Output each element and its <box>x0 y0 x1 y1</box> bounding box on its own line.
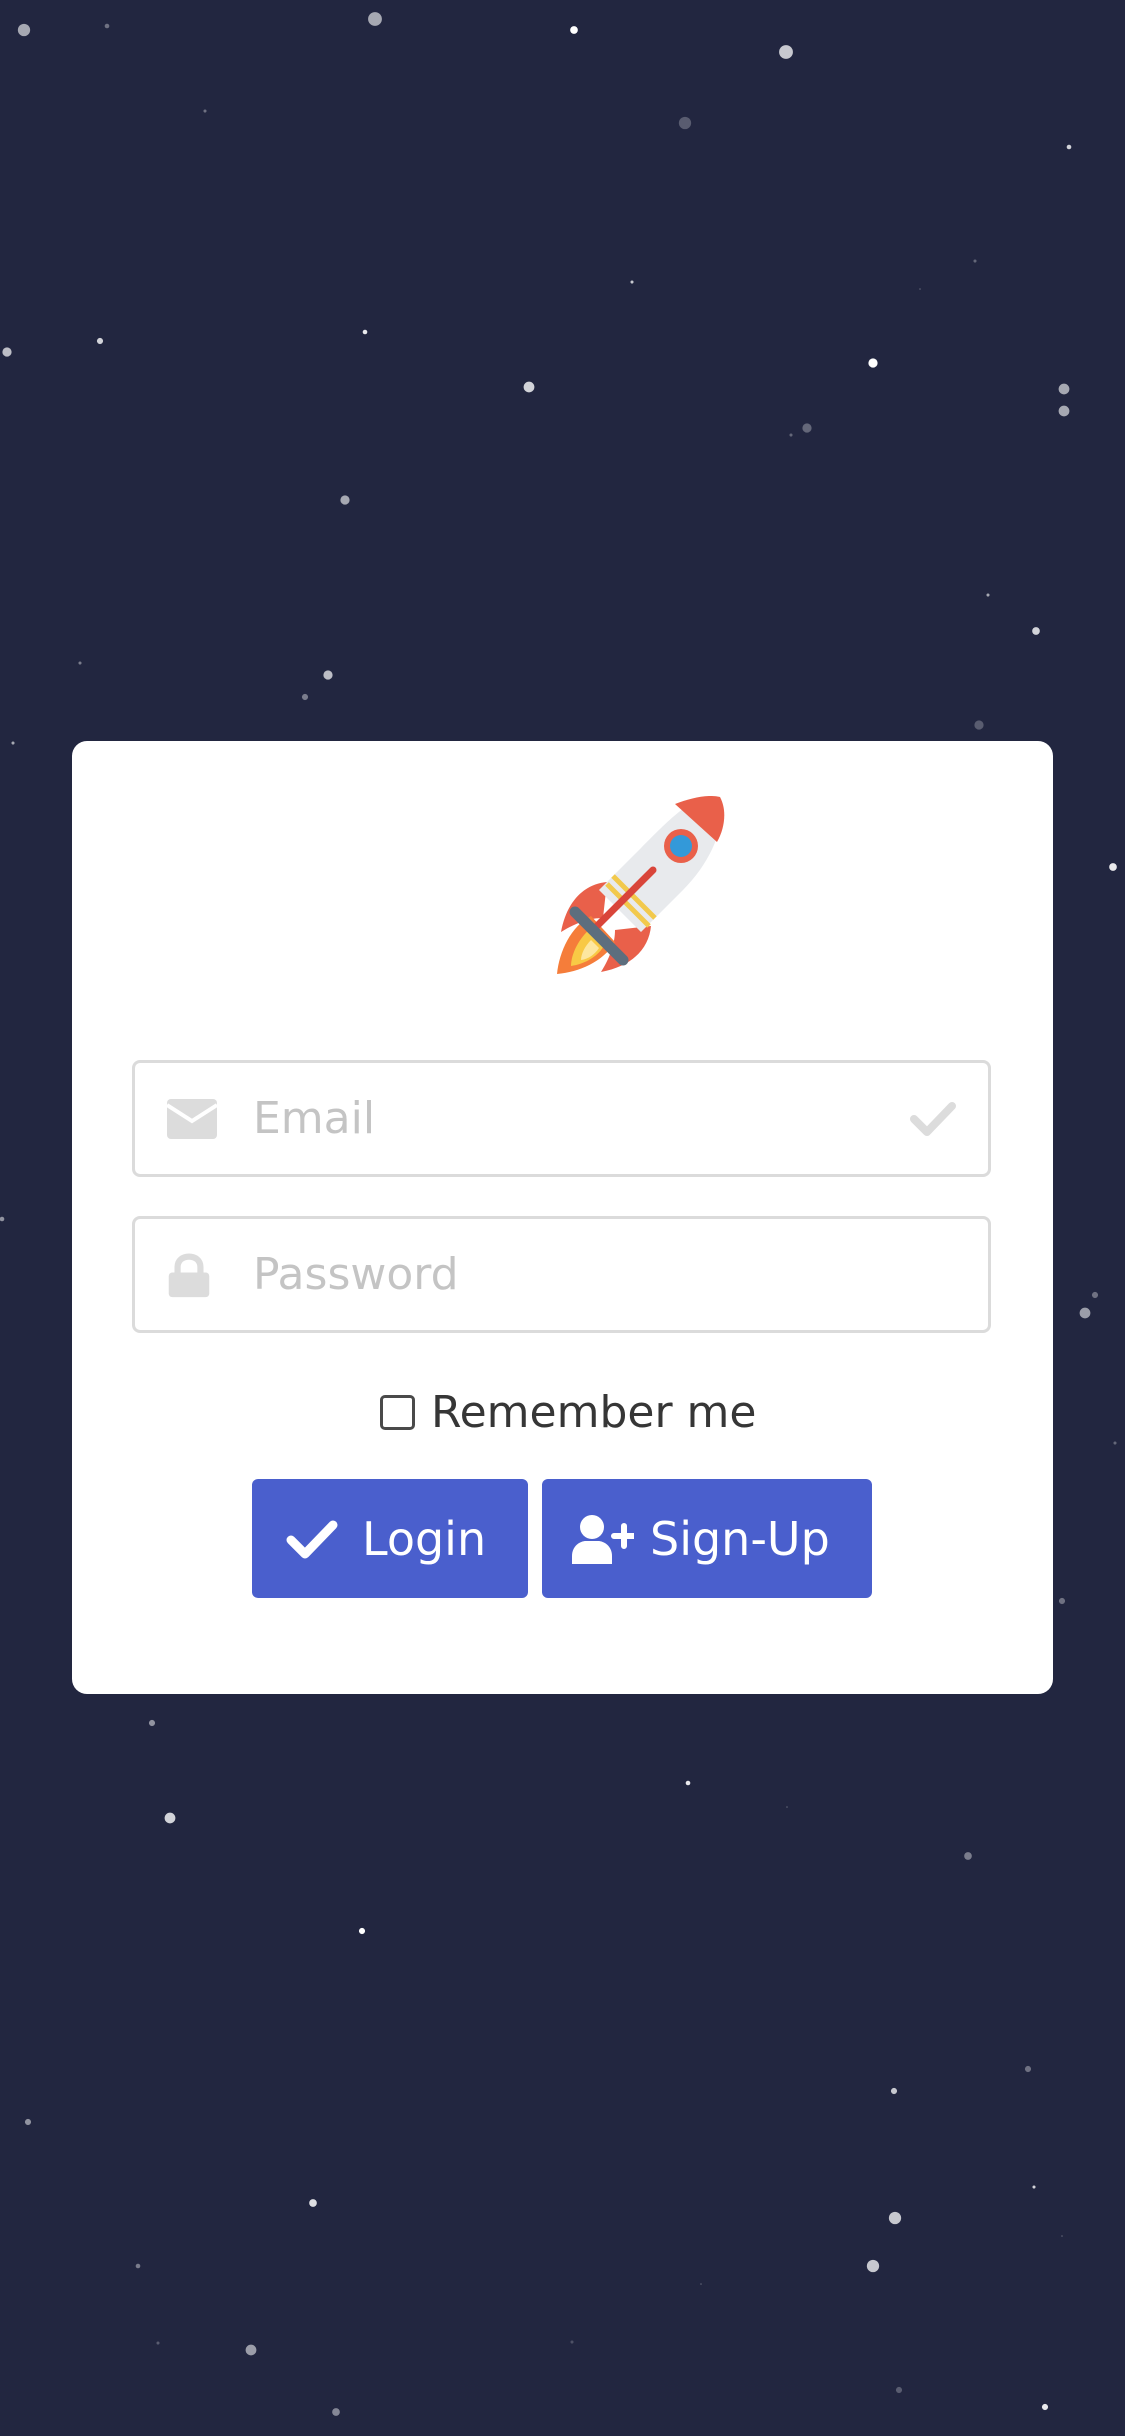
star-dot <box>888 2211 902 2225</box>
star-dot <box>368 12 382 26</box>
star-dot <box>789 433 793 437</box>
star-dot <box>570 26 578 34</box>
star-dot <box>245 2344 257 2356</box>
star-dot <box>1109 863 1117 871</box>
star-dot <box>1058 405 1070 417</box>
star-dot <box>866 2259 880 2273</box>
remember-me-checkbox[interactable] <box>380 1394 415 1430</box>
email-input[interactable] <box>253 1063 853 1174</box>
star-dot <box>1113 1441 1117 1445</box>
star-dot <box>358 1927 366 1935</box>
star-dot <box>964 1852 972 1860</box>
login-card: Remember me Login Sign-Up <box>72 741 1053 1694</box>
star-dot <box>1058 383 1070 395</box>
star-dot <box>1041 2403 1049 2411</box>
star-dot <box>332 2408 340 2416</box>
star-dot <box>890 2087 898 2095</box>
star-dot <box>135 2263 141 2269</box>
password-input[interactable] <box>253 1219 853 1330</box>
star-dot <box>1032 627 1040 635</box>
star-dot <box>17 23 31 37</box>
star-dot <box>802 423 812 433</box>
login-button[interactable]: Login <box>252 1479 528 1598</box>
star-dot <box>678 116 692 130</box>
star-dot <box>630 280 634 284</box>
star-dot <box>700 2283 702 2285</box>
star-dot <box>1066 144 1072 150</box>
star-dot <box>895 2386 903 2394</box>
star-dot <box>570 2340 574 2344</box>
star-dot <box>685 1780 691 1786</box>
star-dot <box>0 1216 5 1222</box>
checkmark-icon <box>286 1520 338 1558</box>
star-dot <box>1061 2235 1063 2237</box>
user-plus-icon <box>572 1514 634 1564</box>
star-dot <box>309 2199 317 2207</box>
star-dot <box>203 109 207 113</box>
star-dot <box>779 45 793 59</box>
star-dot <box>1032 2185 1036 2189</box>
star-dot <box>919 288 921 290</box>
star-dot <box>11 741 15 745</box>
star-dot <box>974 720 984 730</box>
star-dot <box>96 337 104 345</box>
star-dot <box>301 693 309 701</box>
star-dot <box>986 593 990 597</box>
email-field <box>132 1060 991 1177</box>
signup-button[interactable]: Sign-Up <box>542 1479 872 1598</box>
star-dot <box>2 347 12 357</box>
star-dot <box>156 2341 160 2345</box>
star-dot <box>1058 1597 1066 1605</box>
star-dot <box>1079 1307 1091 1319</box>
star-dot <box>973 259 977 263</box>
star-dot <box>362 329 368 335</box>
star-dot <box>1024 2065 1032 2073</box>
star-dot <box>104 23 110 29</box>
lock-icon <box>168 1253 210 1298</box>
login-button-label: Login <box>362 1511 487 1566</box>
star-dot <box>24 2118 32 2126</box>
star-dot <box>786 1806 788 1808</box>
star-dot <box>148 1719 156 1727</box>
password-field <box>132 1216 991 1333</box>
signup-button-label: Sign-Up <box>650 1511 830 1566</box>
star-dot <box>1091 1291 1099 1299</box>
rocket-icon <box>557 796 725 974</box>
star-dot <box>868 358 878 368</box>
checkmark-icon <box>910 1102 956 1136</box>
star-dot <box>340 495 350 505</box>
star-dot <box>323 670 333 680</box>
star-dot <box>78 661 82 665</box>
envelope-icon <box>167 1099 217 1139</box>
remember-me-option[interactable]: Remember me <box>380 1382 756 1442</box>
star-dot <box>164 1812 176 1824</box>
star-dot <box>523 381 535 393</box>
remember-me-label: Remember me <box>431 1386 757 1438</box>
